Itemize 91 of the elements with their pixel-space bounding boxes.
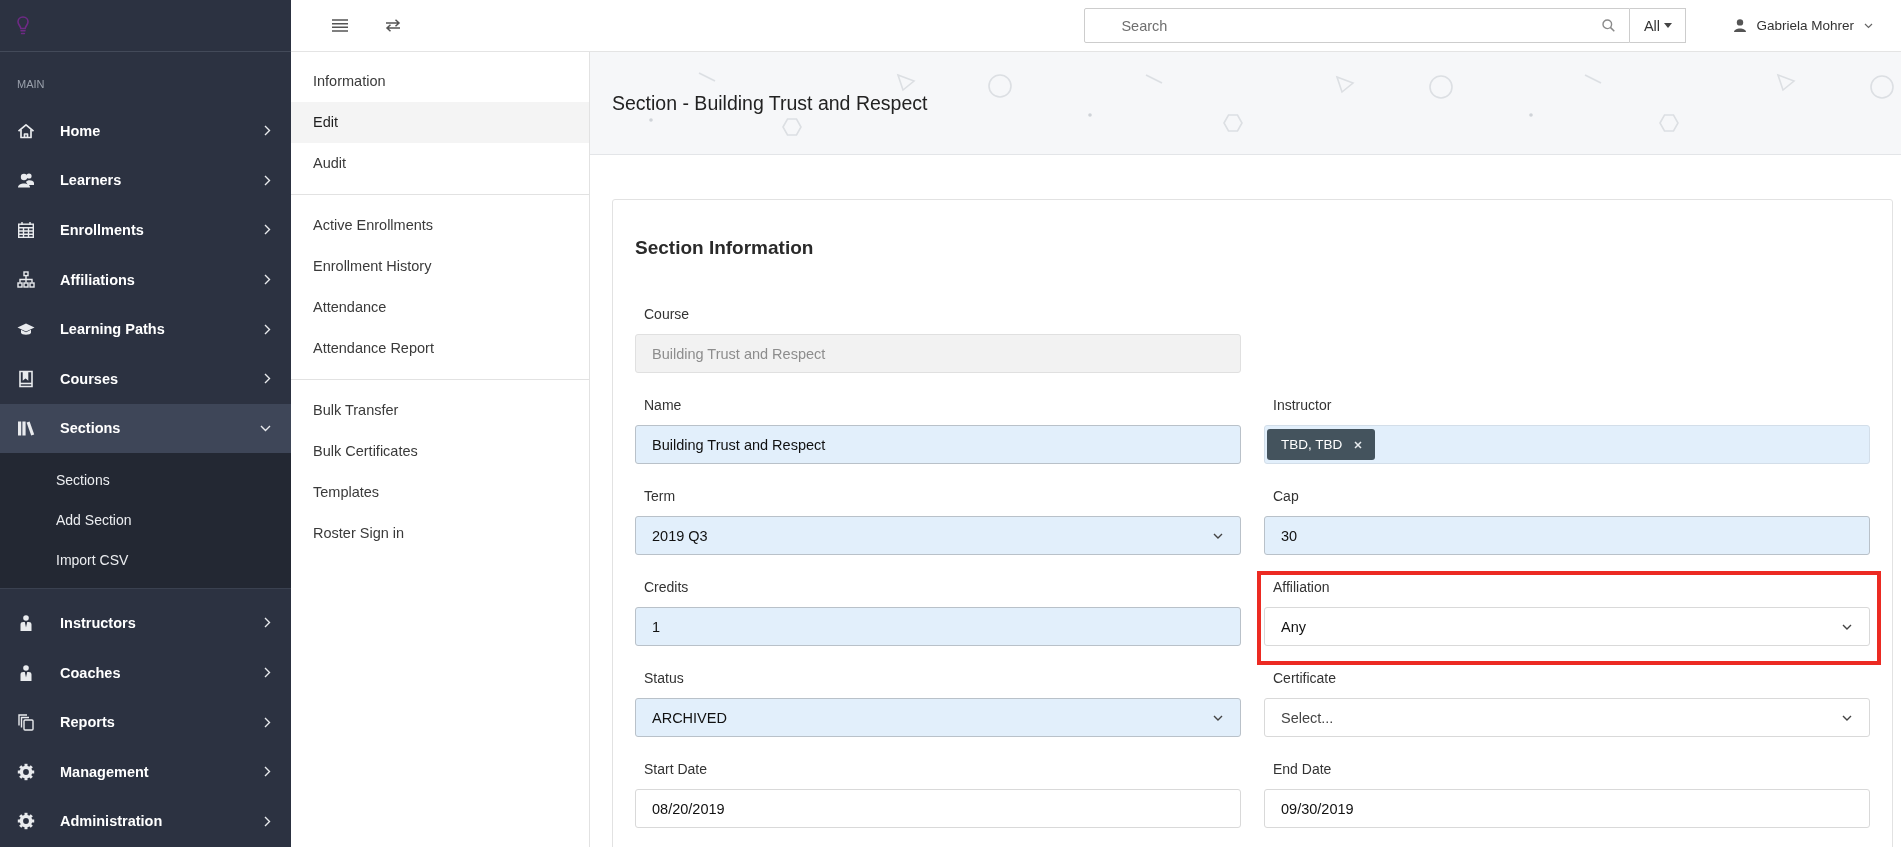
books-icon <box>17 419 35 438</box>
triangle-icon <box>896 73 916 92</box>
hexagon-icon <box>1659 114 1679 132</box>
select-field[interactable]: 2019 Q3 <box>635 516 1241 555</box>
text-field[interactable]: Building Trust and Respect <box>635 425 1241 464</box>
page-title: Section - Building Trust and Respect <box>612 91 928 115</box>
sidebar-item[interactable]: Coaches <box>0 647 291 698</box>
field-label: Credits <box>643 578 689 597</box>
scope-dropdown[interactable]: All <box>1630 8 1687 43</box>
dash-icon <box>1145 74 1163 84</box>
select-field[interactable]: Any <box>1264 607 1870 646</box>
triangle-icon <box>1776 73 1796 92</box>
tag-input-field[interactable]: TBD, TBD <box>1264 425 1870 464</box>
documents-icon <box>17 713 35 732</box>
menu-icon[interactable] <box>332 19 348 32</box>
subnav-item[interactable]: Enrollment History <box>291 245 589 287</box>
dash-icon <box>1584 74 1602 84</box>
calendar-icon <box>17 221 35 239</box>
field-label: Term <box>643 487 676 506</box>
sidebar-item[interactable]: Instructors <box>0 598 291 648</box>
text-field[interactable]: 30 <box>1264 516 1870 555</box>
submenu-item[interactable]: Sections <box>0 460 291 501</box>
gear-icon <box>17 812 35 831</box>
sidebar-item[interactable]: Enrollments <box>0 205 291 255</box>
text-field[interactable]: 08/20/2019 <box>635 789 1241 828</box>
card-title: Section Information <box>635 236 815 260</box>
select-field[interactable]: Select... <box>1264 698 1870 737</box>
chevron-down-icon <box>1842 714 1852 721</box>
select-field[interactable]: ARCHIVED <box>635 698 1241 737</box>
sidebar-item[interactable]: Administration <box>0 796 291 847</box>
ring-icon <box>1429 75 1453 99</box>
chevron-down-icon <box>1864 22 1873 29</box>
sidebar-item[interactable]: Affiliations <box>0 254 291 305</box>
subnav-item[interactable]: Attendance Report <box>291 327 589 369</box>
swap-arrows-icon[interactable] <box>385 19 401 32</box>
dash-icon <box>698 72 716 82</box>
chevron-down-icon <box>1213 532 1223 539</box>
users-icon <box>17 171 35 190</box>
field-label: Name <box>643 396 682 415</box>
text-field[interactable]: 09/30/2019 <box>1264 789 1870 828</box>
sidebar-item[interactable]: Management <box>0 746 291 797</box>
submenu-item[interactable]: Import CSV <box>0 540 291 581</box>
field-label: Certificate <box>1272 669 1337 688</box>
dot-icon <box>1529 113 1533 117</box>
user-menu[interactable]: Gabriela Mohrer <box>1734 18 1873 33</box>
field-label: Status <box>643 669 684 688</box>
org-chart-icon <box>17 270 35 289</box>
field-label: End Date <box>1272 760 1332 779</box>
subnav-item[interactable]: Audit <box>291 142 589 184</box>
person-tie-icon <box>17 663 35 682</box>
caret-down-icon <box>1664 23 1672 28</box>
text-field[interactable]: 1 <box>635 607 1241 646</box>
sidebar-item[interactable]: Sections <box>0 403 291 454</box>
subnav-item[interactable]: Bulk Certificates <box>291 430 589 472</box>
subnav-item[interactable]: Bulk Transfer <box>291 389 589 431</box>
search-icon[interactable] <box>1602 19 1616 32</box>
field-label: Affiliation <box>1272 578 1330 597</box>
chevron-down-icon <box>1213 714 1223 721</box>
dot-icon <box>649 118 653 122</box>
hexagon-icon <box>1223 114 1243 132</box>
subnav-item[interactable]: Templates <box>291 471 589 513</box>
field-label: Instructor <box>1272 396 1332 415</box>
hexagon-icon <box>782 118 802 136</box>
sidebar-item[interactable]: Learners <box>0 155 291 206</box>
ring-icon <box>1870 75 1894 99</box>
person-icon <box>1734 19 1747 32</box>
submenu-item[interactable]: Add Section <box>0 500 291 541</box>
sidebar-item[interactable]: Reports <box>0 697 291 747</box>
person-tie-icon <box>17 613 35 632</box>
search-field[interactable]: Search <box>1084 8 1631 43</box>
subnav-item[interactable]: Attendance <box>291 286 589 328</box>
book-icon <box>17 369 35 388</box>
subnav-item[interactable]: Information <box>291 60 589 102</box>
chevron-down-icon <box>1842 623 1852 630</box>
tag-chip[interactable]: TBD, TBD <box>1267 429 1376 460</box>
sidebar-item[interactable]: Courses <box>0 353 291 404</box>
house-icon <box>17 121 35 140</box>
triangle-icon <box>1335 75 1355 94</box>
sidebar-item[interactable]: Learning Paths <box>0 304 291 354</box>
close-icon[interactable] <box>1354 440 1363 449</box>
field-label: Start Date <box>643 760 708 779</box>
ring-icon <box>988 74 1012 98</box>
subnav-item[interactable]: Active Enrollments <box>291 204 589 246</box>
section-label: MAIN <box>16 77 46 92</box>
field-label: Course <box>643 305 690 324</box>
gear-icon <box>17 762 35 781</box>
dot-icon <box>1088 113 1092 117</box>
subnav-item[interactable]: Roster Sign in <box>291 512 589 554</box>
sidebar-item[interactable]: Home <box>0 106 291 156</box>
field-label: Cap <box>1272 487 1299 506</box>
subnav-item[interactable]: Edit <box>291 101 589 143</box>
